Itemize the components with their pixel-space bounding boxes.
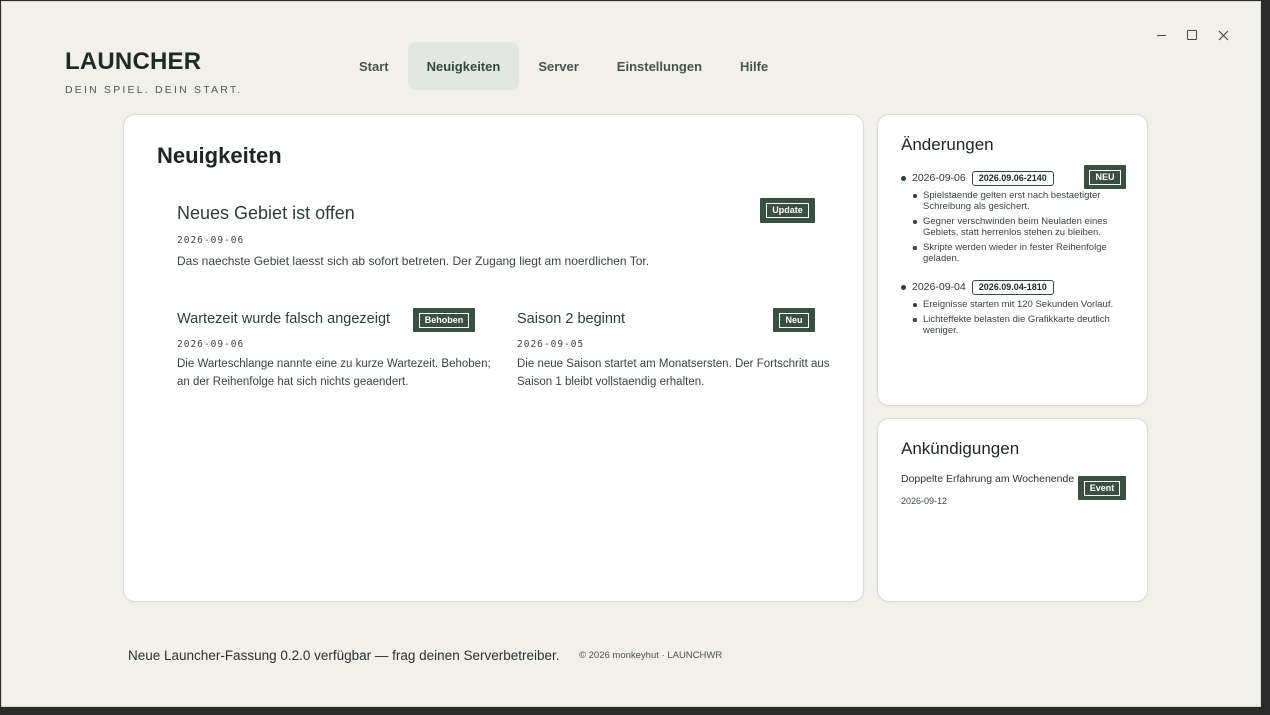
changelog-note: Gegner verschwinden beim Neuladen eines … — [913, 216, 1123, 238]
changelog-title: Änderungen — [901, 135, 994, 154]
main-nav: Start Neuigkeiten Server Einstellungen H… — [340, 42, 787, 90]
app-title: LAUNCHER — [65, 48, 202, 75]
news-text-line: an der Reihenfolge hat sich nichts geaen… — [177, 376, 409, 388]
news-text-line: Die Warteschlange nannte eine zu kurze W… — [177, 358, 491, 370]
app-tagline: DEIN SPIEL. DEIN START. — [65, 84, 243, 96]
changelog-note: Ereignisse starten mit 120 Sekunden Vorl… — [913, 299, 1123, 310]
event-badge: Event — [1078, 476, 1126, 500]
launcher-window: LAUNCHER DEIN SPIEL. DEIN START. Start N… — [1, 1, 1261, 707]
changelog-note: Lichteffekte belasten die Grafikkarte de… — [913, 314, 1123, 336]
news-date: 2026-09-05 — [517, 339, 585, 350]
changelog-date: 2026-09-04 — [912, 281, 966, 293]
news-item-title[interactable]: Wartezeit wurde falsch angezeigt — [177, 311, 390, 327]
announcement-date: 2026-09-12 — [901, 496, 948, 506]
news-item-title[interactable]: Saison 2 beginnt — [517, 311, 625, 327]
copyright: © 2026 monkeyhut · LAUNCHWR — [579, 650, 723, 661]
announcements-title: Ankündigungen — [901, 439, 1020, 458]
bullet-icon — [901, 175, 906, 181]
brand: LAUNCHER DEIN SPIEL. DEIN START. — [65, 48, 242, 96]
changelog-notes: Spielstaende gelten erst nach bestaetigt… — [913, 190, 1123, 264]
changelog-entry: 2026-09-04 2026.09.04-1810 Ereignisse st… — [901, 279, 1123, 340]
news-panel: Neuigkeiten Neues Gebiet ist offen Updat… — [123, 114, 864, 602]
news-text: Das naechste Gebiet laesst sich ab sofor… — [177, 254, 650, 268]
changelog-note: Spielstaende gelten erst nach bestaetigt… — [913, 190, 1123, 212]
news-tag-label: Neu — [779, 312, 809, 328]
news-date: 2026-09-06 — [177, 235, 245, 246]
event-badge-label: Event — [1083, 480, 1121, 496]
tab-einstellungen[interactable]: Einstellungen — [598, 42, 721, 90]
announcement-title[interactable]: Doppelte Erfahrung am Wochenende — [901, 473, 1074, 485]
announcements-panel: Ankündigungen Doppelte Erfahrung am Woch… — [877, 418, 1148, 602]
news-tag-badge: Update — [760, 198, 815, 223]
close-icon[interactable] — [1212, 24, 1234, 46]
featured-news-title[interactable]: Neues Gebiet ist offen — [177, 203, 355, 224]
version-badge: 2026.09.06-2140 — [971, 170, 1054, 186]
changelog-panel: Änderungen NEU 2026-09-06 2026.09.06-214… — [877, 114, 1148, 406]
tab-neuigkeiten[interactable]: Neuigkeiten — [407, 42, 520, 90]
tab-start[interactable]: Start — [340, 42, 408, 90]
news-date: 2026-09-06 — [177, 339, 245, 350]
changelog-entry: 2026-09-06 2026.09.06-2140 Spielstaende … — [901, 170, 1123, 268]
changelog-note: Skripte werden wieder in fester Reihenfo… — [913, 242, 1123, 264]
news-tag-label: Update — [766, 203, 809, 218]
tab-hilfe[interactable]: Hilfe — [721, 42, 787, 90]
minimize-icon[interactable] — [1150, 24, 1172, 46]
news-tag-badge: Behoben — [413, 308, 475, 332]
tab-server[interactable]: Server — [519, 42, 597, 90]
version-badge: 2026.09.04-1810 — [971, 279, 1054, 295]
page-title: Neuigkeiten — [157, 143, 282, 168]
changelog-notes: Ereignisse starten mit 120 Sekunden Vorl… — [913, 299, 1123, 336]
news-tag-badge: Neu — [773, 308, 815, 332]
news-text-line: Die neue Saison startet am Monatsersten.… — [517, 358, 830, 370]
bullet-icon — [901, 284, 906, 290]
update-notice: Neue Launcher-Fassung 0.2.0 verfügbar — … — [128, 648, 560, 663]
maximize-icon[interactable] — [1181, 24, 1203, 46]
changelog-date: 2026-09-06 — [912, 172, 966, 184]
news-text-line: Saison 1 bleibt vollstaendig erhalten. — [517, 376, 705, 388]
news-tag-label: Behoben — [418, 312, 470, 328]
